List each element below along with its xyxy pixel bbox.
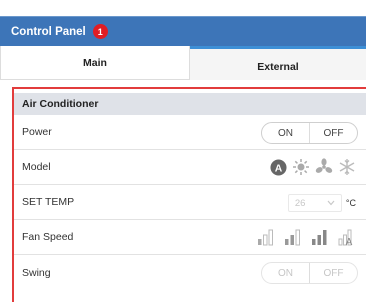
set-temp-row: SET TEMP 26 °C: [14, 185, 366, 220]
fan-mode-icon[interactable]: [315, 158, 333, 176]
fan-auto-icon[interactable]: A: [338, 228, 356, 248]
swing-on-button[interactable]: ON: [262, 263, 309, 283]
temp-control: 26 °C: [287, 194, 356, 212]
fan-speed-row: Fan Speed A: [14, 220, 366, 255]
temperature-unit: °C: [345, 198, 356, 208]
auto-mode-icon[interactable]: A: [269, 158, 287, 176]
fan-mid-icon[interactable]: [284, 228, 302, 246]
power-on-button[interactable]: ON: [262, 123, 309, 143]
fan-high-icon[interactable]: [311, 228, 329, 246]
tab-external[interactable]: External: [190, 46, 366, 80]
swing-row: Swing ON OFF: [14, 255, 366, 290]
svg-text:A: A: [346, 237, 353, 246]
fan-speed-options: A: [257, 228, 356, 248]
power-off-button[interactable]: OFF: [309, 123, 357, 143]
tab-bar: Main External: [0, 46, 366, 80]
panel-title: Control Panel: [11, 25, 86, 38]
temperature-select[interactable]: 26: [287, 194, 342, 212]
svg-text:A: A: [274, 163, 282, 174]
swing-toggle[interactable]: ON OFF: [261, 262, 358, 284]
chevron-down-icon: [327, 200, 335, 206]
temperature-value: 26: [294, 197, 306, 209]
power-toggle[interactable]: ON OFF: [261, 122, 358, 144]
power-row: Power ON OFF: [14, 115, 366, 150]
fan-low-icon[interactable]: [257, 228, 275, 246]
section-title: Air Conditioner: [14, 93, 366, 115]
sun-heat-icon[interactable]: [292, 158, 310, 176]
model-row: Model A: [14, 150, 366, 185]
snowflake-cool-icon[interactable]: [338, 158, 356, 176]
notification-badge[interactable]: 1: [92, 24, 108, 39]
title-bar: Control Panel 1: [0, 16, 366, 46]
tab-main[interactable]: Main: [0, 46, 190, 80]
swing-off-button[interactable]: OFF: [309, 263, 357, 283]
air-conditioner-panel: Air Conditioner Power ON OFF Model A SET…: [12, 87, 366, 302]
model-options: A: [269, 158, 356, 176]
